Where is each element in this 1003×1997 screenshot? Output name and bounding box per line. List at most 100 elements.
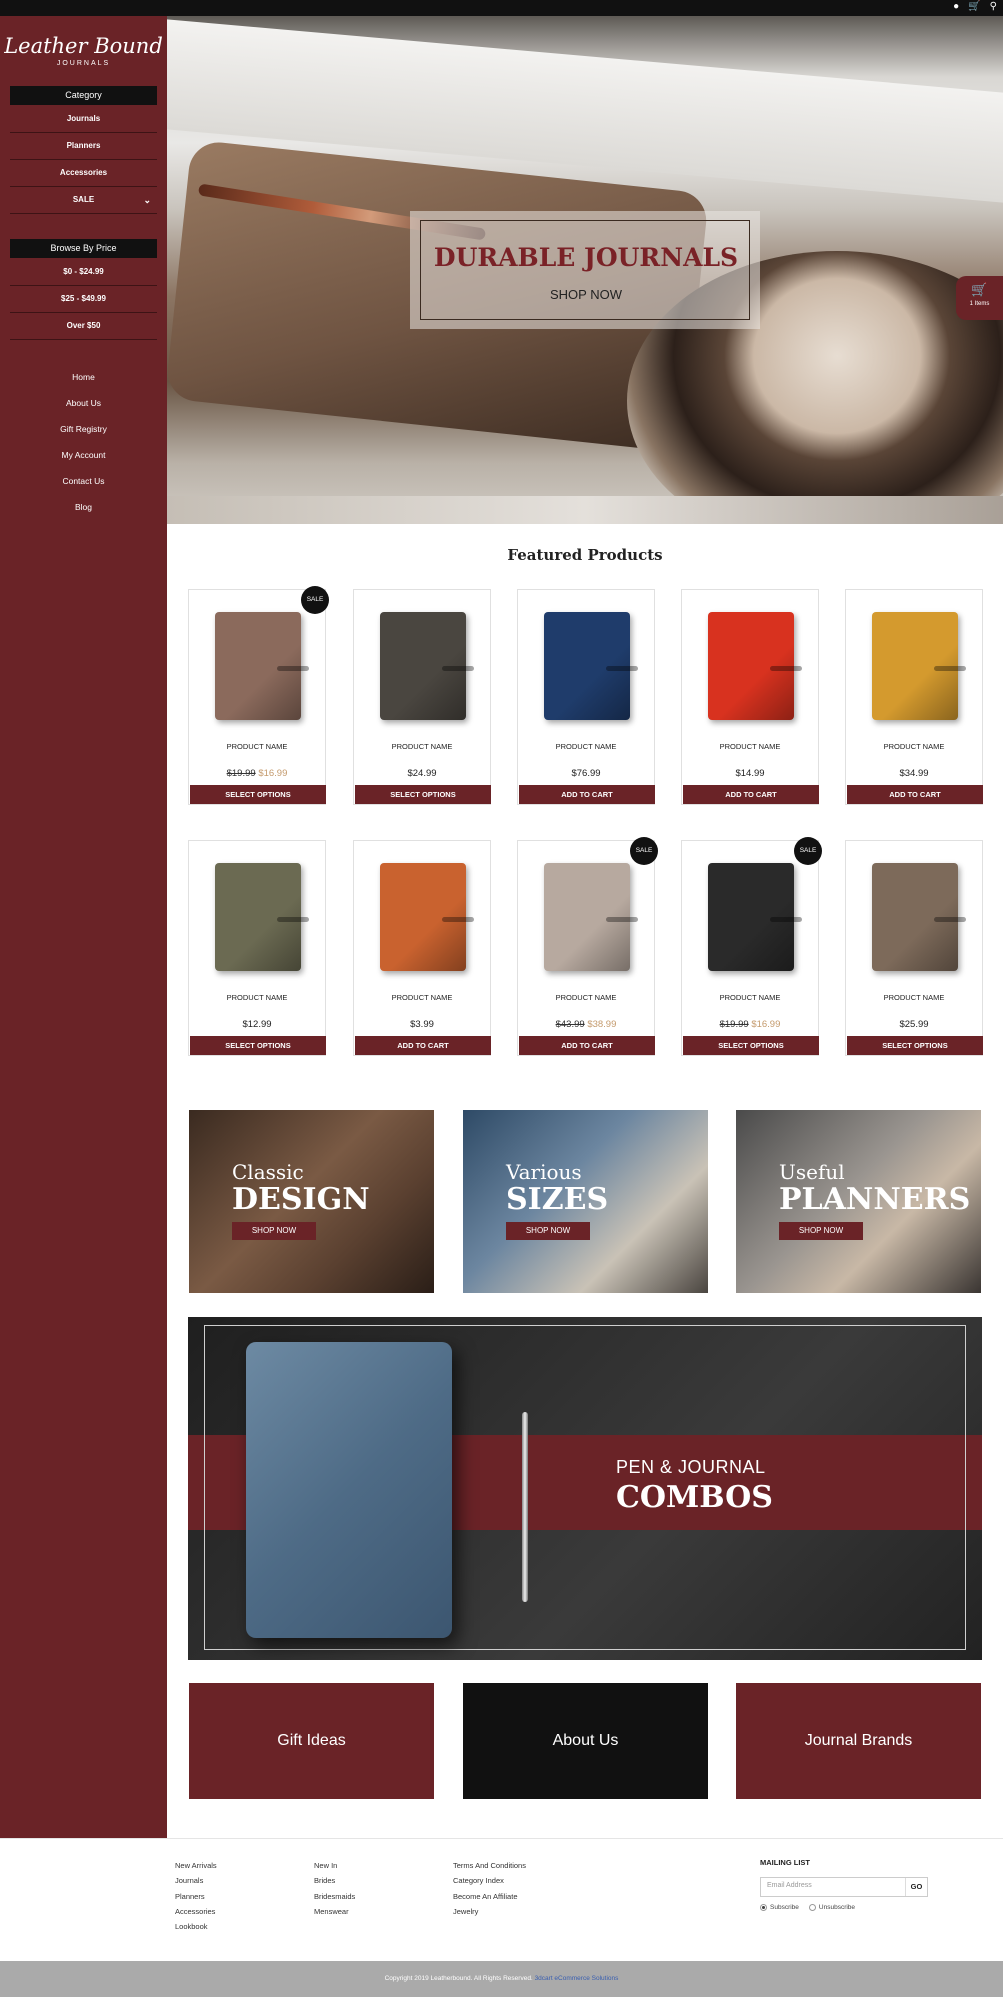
product-image[interactable]	[864, 853, 966, 981]
product-name[interactable]: PRODUCT NAME	[682, 742, 818, 751]
footer-link[interactable]: Terms And Conditions	[453, 1858, 526, 1873]
product-card[interactable]: SALE PRODUCT NAME $19.99 $16.99 SELECT OPTI…	[188, 586, 329, 805]
product-card[interactable]: PRODUCT NAME $24.99 SELECT OPTIONS	[353, 589, 491, 805]
product-image[interactable]	[700, 602, 802, 730]
add-to-cart-button[interactable]: ADD TO CART	[519, 1036, 655, 1055]
product-card[interactable]: PRODUCT NAME $14.99 ADD TO CART	[681, 589, 819, 805]
nav-home[interactable]: Home	[0, 372, 167, 382]
promo-various-sizes[interactable]: Various SIZES SHOP NOW	[463, 1110, 708, 1293]
add-to-cart-button[interactable]: ADD TO CART	[847, 785, 983, 804]
product-price: $19.99 $16.99	[682, 1019, 818, 1030]
unsubscribe-radio[interactable]: Unsubscribe	[808, 1904, 855, 1911]
product-image[interactable]	[864, 602, 966, 730]
product-card[interactable]: PRODUCT NAME $34.99 ADD TO CART	[845, 589, 983, 805]
journal-strap	[442, 917, 474, 922]
price-filter-over-50[interactable]: Over $50	[10, 313, 157, 340]
product-image[interactable]	[700, 853, 802, 981]
logo-subtext: JOURNALS	[56, 60, 111, 67]
footer-link[interactable]: Lookbook	[175, 1919, 217, 1934]
sidebar: Leather Bound JOURNALS Category Journals…	[0, 16, 167, 1838]
select-options-button[interactable]: SELECT OPTIONS	[355, 785, 491, 804]
add-to-cart-button[interactable]: ADD TO CART	[519, 785, 655, 804]
price-filter-25-49[interactable]: $25 - $49.99	[10, 286, 157, 313]
chevron-down-icon[interactable]: ⌄	[143, 187, 151, 213]
footer-link[interactable]: Bridesmaids	[314, 1889, 355, 1904]
promo-shop-now-button[interactable]: SHOP NOW	[779, 1222, 863, 1240]
footer-link[interactable]: Brides	[314, 1873, 355, 1888]
cart-icon[interactable]: 🛒	[968, 1, 980, 12]
footer-link[interactable]: Journals	[175, 1873, 217, 1888]
price-filter-0-24[interactable]: $0 - $24.99	[10, 259, 157, 286]
product-name[interactable]: PRODUCT NAME	[189, 742, 325, 751]
product-image[interactable]	[536, 602, 638, 730]
nav-blog[interactable]: Blog	[0, 502, 167, 512]
select-options-button[interactable]: SELECT OPTIONS	[683, 1036, 819, 1055]
footer-link[interactable]: Become An Affiliate	[453, 1889, 526, 1904]
site-logo[interactable]: Leather Bound JOURNALS	[0, 34, 167, 67]
promo-shop-now-button[interactable]: SHOP NOW	[506, 1222, 590, 1240]
tile-about-us[interactable]: About Us	[463, 1683, 708, 1799]
footer-link[interactable]: Accessories	[175, 1904, 217, 1919]
go-button[interactable]: GO	[905, 1878, 927, 1896]
product-card[interactable]: SALE PRODUCT NAME $19.99 $16.99 SELECT OPTI…	[681, 837, 822, 1056]
footer-link[interactable]: Jewelry	[453, 1904, 526, 1919]
product-name[interactable]: PRODUCT NAME	[189, 993, 325, 1002]
tile-journal-brands[interactable]: Journal Brands	[736, 1683, 981, 1799]
select-options-button[interactable]: SELECT OPTIONS	[190, 785, 326, 804]
price-value: $76.99	[571, 768, 601, 779]
promo-classic-design[interactable]: Classic DESIGN SHOP NOW	[189, 1110, 434, 1293]
promo-shop-now-button[interactable]: SHOP NOW	[232, 1222, 316, 1240]
product-image[interactable]	[536, 853, 638, 981]
product-name[interactable]: PRODUCT NAME	[682, 993, 818, 1002]
sidebar-item-sale[interactable]: SALE ⌄	[10, 187, 157, 214]
product-name[interactable]: PRODUCT NAME	[354, 993, 490, 1002]
footer-col-2: New In Brides Bridesmaids Menswear	[314, 1858, 355, 1919]
credit-link[interactable]: 3dcart eCommerce Solutions	[535, 1975, 619, 1982]
product-card[interactable]: SALE PRODUCT NAME $43.99 $38.99 ADD TO CART	[517, 837, 658, 1056]
product-card[interactable]: PRODUCT NAME $25.99 SELECT OPTIONS	[845, 840, 983, 1056]
nav-gift-registry[interactable]: Gift Registry	[0, 424, 167, 434]
footer-link[interactable]: Category Index	[453, 1873, 526, 1888]
user-icon[interactable]: ●	[953, 1, 959, 12]
product-name[interactable]: PRODUCT NAME	[354, 742, 490, 751]
email-field[interactable]: Email Address GO	[760, 1877, 928, 1897]
select-options-button[interactable]: SELECT OPTIONS	[847, 1036, 983, 1055]
product-name[interactable]: PRODUCT NAME	[518, 742, 654, 751]
product-image[interactable]	[207, 853, 309, 981]
tile-gift-ideas[interactable]: Gift Ideas	[189, 1683, 434, 1799]
product-card[interactable]: PRODUCT NAME $12.99 SELECT OPTIONS	[188, 840, 326, 1056]
sidebar-item-journals[interactable]: Journals	[10, 106, 157, 133]
nav-contact-us[interactable]: Contact Us	[0, 476, 167, 486]
footer-link[interactable]: Planners	[175, 1889, 217, 1904]
footer-link[interactable]: New Arrivals	[175, 1858, 217, 1873]
footer-link[interactable]: New In	[314, 1858, 355, 1873]
product-card[interactable]: PRODUCT NAME $76.99 ADD TO CART	[517, 589, 655, 805]
subscribe-radio[interactable]: Subscribe	[760, 1904, 799, 1911]
sidebar-item-accessories[interactable]: Accessories	[10, 160, 157, 187]
hero-shop-now[interactable]: SHOP NOW	[421, 287, 751, 302]
mailing-list-heading: MAILING LIST	[760, 1858, 810, 1867]
product-name[interactable]: PRODUCT NAME	[518, 993, 654, 1002]
product-image[interactable]	[372, 602, 474, 730]
product-card[interactable]: PRODUCT NAME $3.99 ADD TO CART	[353, 840, 491, 1056]
product-image[interactable]	[372, 853, 474, 981]
add-to-cart-button[interactable]: ADD TO CART	[683, 785, 819, 804]
product-name[interactable]: PRODUCT NAME	[846, 993, 982, 1002]
sidebar-item-planners[interactable]: Planners	[10, 133, 157, 160]
product-name[interactable]: PRODUCT NAME	[846, 742, 982, 751]
combo-banner[interactable]: PEN & JOURNAL COMBOS	[188, 1317, 982, 1660]
hero-banner[interactable]: DURABLE JOURNALS SHOP NOW 🛒 1 Items	[167, 16, 1003, 524]
nav-my-account[interactable]: My Account	[0, 450, 167, 460]
promo-useful-planners[interactable]: Useful PLANNERS SHOP NOW	[736, 1110, 981, 1293]
select-options-button[interactable]: SELECT OPTIONS	[190, 1036, 326, 1055]
top-icons: ● 🛒 ⚲	[953, 1, 997, 12]
footer-link[interactable]: Menswear	[314, 1904, 355, 1919]
product-image[interactable]	[207, 602, 309, 730]
add-to-cart-button[interactable]: ADD TO CART	[355, 1036, 491, 1055]
cart-tab[interactable]: 🛒 1 Items	[956, 276, 1003, 320]
journal-strap	[934, 917, 966, 922]
search-icon[interactable]: ⚲	[990, 1, 997, 12]
nav-about-us[interactable]: About Us	[0, 398, 167, 408]
copyright-text: Copyright 2019 Leatherbound. All Rights …	[384, 1975, 533, 1982]
promo-line1: Various	[506, 1160, 582, 1184]
